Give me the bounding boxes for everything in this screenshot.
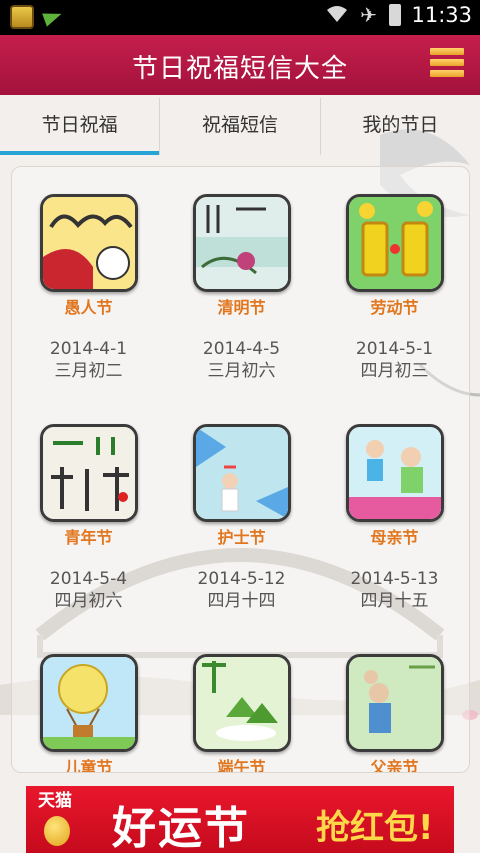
menu-icon xyxy=(430,48,464,55)
mothers-day-thumbnail xyxy=(345,424,444,522)
festival-lunar-date: 四月十四 xyxy=(207,591,276,611)
festival-card-dragon-boat[interactable]: 端午节 xyxy=(165,654,318,773)
festival-date: 2014-4-5 xyxy=(202,339,281,359)
festival-card-mothers-day[interactable]: 母亲节 2014-5-13 四月十五 xyxy=(318,424,469,612)
golden-egg-icon xyxy=(44,816,70,846)
festival-name: 父亲节 xyxy=(370,758,419,773)
festival-card-april-fools[interactable]: 愚人节 2014-4-1 三月初二 xyxy=(12,194,165,382)
page-title: 节日祝福短信大全 xyxy=(131,54,348,84)
festival-card-qingming[interactable]: 清明节 2014-4-5 三月初六 xyxy=(165,194,318,382)
festival-lunar-date: 四月十五 xyxy=(360,591,429,611)
festival-lunar-date: 三月初二 xyxy=(54,361,123,381)
status-bar: ✈ 11:33 xyxy=(0,0,480,35)
festival-card-fathers-day[interactable]: 父亲节 xyxy=(318,654,469,773)
festival-date: 2014-5-12 xyxy=(197,569,286,589)
tab-festival-wishes[interactable]: 节日祝福 xyxy=(0,98,161,155)
festival-name: 母亲节 xyxy=(370,528,419,547)
tab-wish-messages[interactable]: 祝福短信 xyxy=(160,98,321,155)
nurses-day-thumbnail xyxy=(192,424,291,522)
send-notification-icon xyxy=(42,7,64,27)
festival-lunar-date: 三月初六 xyxy=(207,361,276,381)
festival-name: 清明节 xyxy=(217,298,266,317)
qingming-thumbnail xyxy=(192,194,291,292)
festival-name: 青年节 xyxy=(64,528,113,547)
festival-name: 儿童节 xyxy=(64,758,113,773)
youth-day-thumbnail xyxy=(39,424,138,522)
dragon-boat-thumbnail xyxy=(192,654,291,752)
app-header: 节日祝福短信大全 xyxy=(0,35,480,95)
festival-date: 2014-5-1 xyxy=(355,339,434,359)
ad-banner[interactable]: 天猫 好运节 抢红包! xyxy=(26,786,454,853)
labor-day-thumbnail xyxy=(345,194,444,292)
festival-name: 护士节 xyxy=(217,528,266,547)
festival-lunar-date: 四月初六 xyxy=(54,591,123,611)
festival-grid: 愚人节 2014-4-1 三月初二 清明节 2014-4-5 三月初六 劳动节 … xyxy=(11,166,470,773)
festival-name: 劳动节 xyxy=(370,298,419,317)
festival-card-nurses-day[interactable]: 护士节 2014-5-12 四月十四 xyxy=(165,424,318,612)
battery-icon xyxy=(389,4,402,26)
wifi-icon xyxy=(325,4,348,26)
festival-name: 愚人节 xyxy=(64,298,113,317)
ad-headline: 好运节 xyxy=(112,803,250,853)
ad-cta: 抢红包! xyxy=(316,808,434,848)
april-fools-thumbnail xyxy=(39,194,138,292)
festival-name: 端午节 xyxy=(217,758,266,773)
tab-bar: 节日祝福 祝福短信 我的节日 xyxy=(0,98,480,155)
fathers-day-thumbnail xyxy=(345,654,444,752)
festival-date: 2014-5-13 xyxy=(350,569,439,589)
tab-my-festivals[interactable]: 我的节日 xyxy=(321,98,480,155)
festival-card-labor-day[interactable]: 劳动节 2014-5-1 四月初三 xyxy=(318,194,469,382)
app-notification-icon xyxy=(10,5,34,29)
festival-date: 2014-5-4 xyxy=(49,569,128,589)
festival-card-childrens-day[interactable]: 儿童节 xyxy=(12,654,165,773)
menu-button[interactable] xyxy=(430,48,464,82)
childrens-day-thumbnail xyxy=(39,654,138,752)
clock: 11:33 xyxy=(411,3,472,27)
ad-tmall-label: 天猫 xyxy=(38,791,72,811)
festival-date: 2014-4-1 xyxy=(49,339,128,359)
airplane-mode-icon: ✈ xyxy=(360,3,377,27)
festival-card-youth-day[interactable]: 青年节 2014-5-4 四月初六 xyxy=(12,424,165,612)
festival-lunar-date: 四月初三 xyxy=(360,361,429,381)
